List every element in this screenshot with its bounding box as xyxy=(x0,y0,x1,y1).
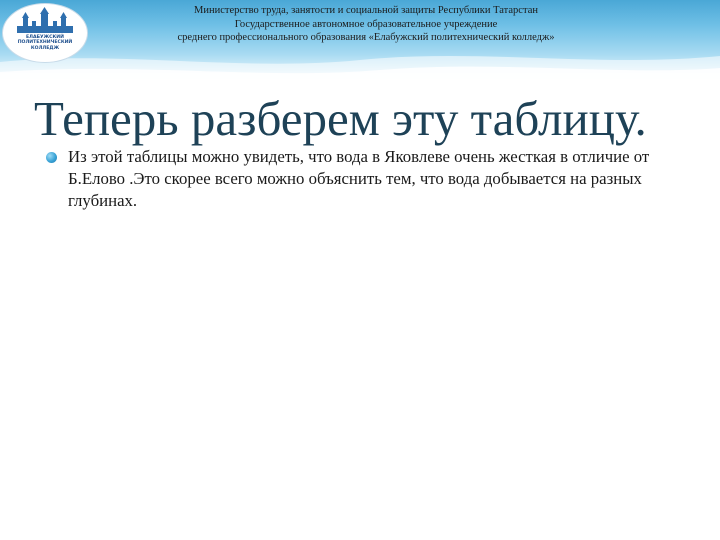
header-band: ЕЛАБУЖСКИЙ ПОЛИТЕХНИЧЕСКИЙ КОЛЛЕДЖ Минис… xyxy=(0,0,720,84)
bullet-icon xyxy=(46,152,57,163)
bullet-list: Из этой таблицы можно увидеть, что вода … xyxy=(46,146,686,212)
institution-header: Министерство труда, занятости и социальн… xyxy=(96,4,636,45)
slide-title: Теперь разберем эту таблицу. xyxy=(34,91,647,146)
kremlin-icon xyxy=(17,7,73,33)
logo-text: ЕЛАБУЖСКИЙ ПОЛИТЕХНИЧЕСКИЙ КОЛЛЕДЖ xyxy=(11,35,79,51)
bullet-item: Из этой таблицы можно увидеть, что вода … xyxy=(46,146,686,212)
header-line-ministry: Министерство труда, занятости и социальн… xyxy=(194,5,538,16)
header-line-institution-type: Государственное автономное образовательн… xyxy=(234,18,498,30)
slide: ЕЛАБУЖСКИЙ ПОЛИТЕХНИЧЕСКИЙ КОЛЛЕДЖ Минис… xyxy=(0,0,720,540)
bullet-text: Из этой таблицы можно увидеть, что вода … xyxy=(68,147,650,210)
logo-text-line: КОЛЛЕДЖ xyxy=(30,45,60,51)
header-line-college-name: среднего профессионального образования «… xyxy=(177,32,555,43)
college-logo: ЕЛАБУЖСКИЙ ПОЛИТЕХНИЧЕСКИЙ КОЛЛЕДЖ xyxy=(2,3,88,63)
